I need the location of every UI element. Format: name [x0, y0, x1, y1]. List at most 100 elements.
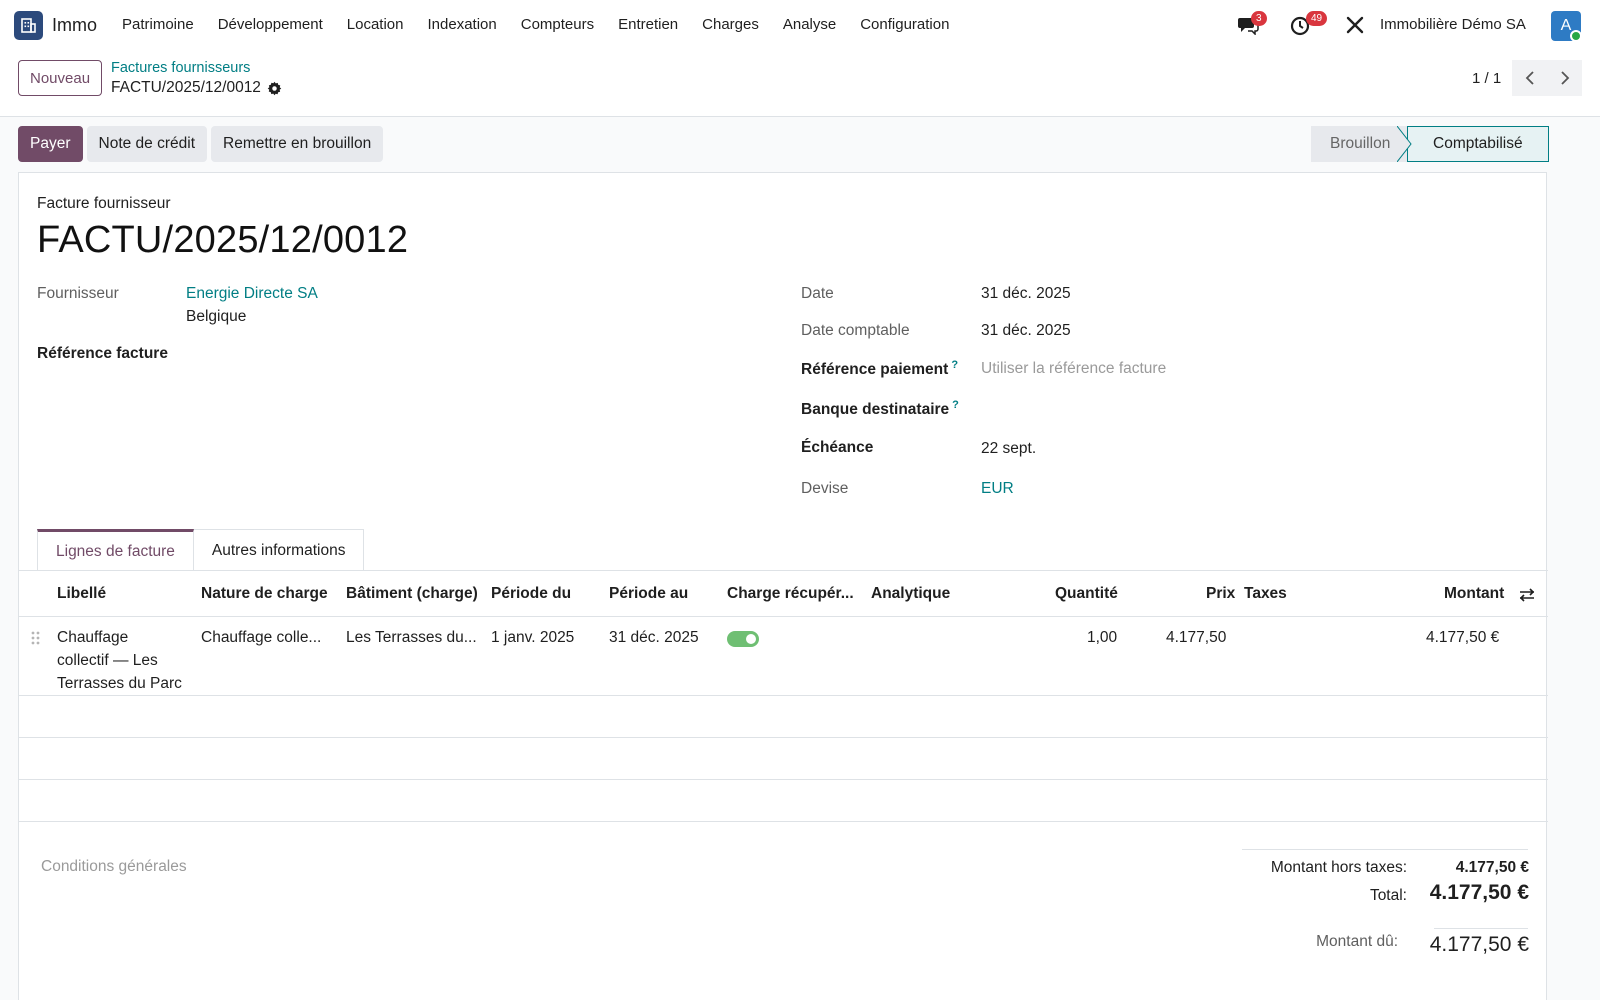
- form-sheet: Facture fournisseur FACTU/2025/12/0012 F…: [18, 172, 1548, 1000]
- reset-to-draft-button[interactable]: Remettre en brouillon: [211, 126, 384, 162]
- cell-label-line1: Chauffage: [57, 629, 129, 646]
- row-divider: [19, 695, 1548, 696]
- pay-button[interactable]: Payer: [18, 126, 83, 162]
- supplier-label: Fournisseur: [37, 285, 119, 302]
- document-title: FACTU/2025/12/0012: [37, 219, 409, 261]
- row-divider: [19, 821, 1548, 822]
- cell-quantity: 1,00: [1087, 629, 1118, 646]
- payment-ref-help[interactable]: ?: [951, 359, 958, 371]
- date-field[interactable]: 31 déc. 2025: [981, 285, 1071, 303]
- due-divider: [1434, 928, 1528, 929]
- cell-price: 4.177,50: [1166, 629, 1227, 646]
- breadcrumb-current-label: FACTU/2025/12/0012: [111, 79, 261, 96]
- activities-badge: 49: [1306, 11, 1328, 26]
- column-header-label[interactable]: Libellé: [57, 585, 106, 603]
- status-arrow: [1397, 126, 1412, 162]
- column-header-charge-type[interactable]: Nature de charge: [201, 585, 328, 603]
- payment-ref-label: Référence paiement?: [801, 359, 958, 379]
- recipient-bank-help[interactable]: ?: [952, 399, 959, 411]
- column-header-period-from[interactable]: Période du: [491, 585, 571, 603]
- row-divider: [19, 737, 1548, 738]
- due-date-label: Échéance: [801, 439, 874, 456]
- menu-item-charges[interactable]: Charges: [702, 16, 759, 33]
- cell-label-line2: collectif — Les: [57, 652, 158, 669]
- menu-item-location[interactable]: Location: [347, 16, 404, 33]
- untaxed-amount-value: 4.177,50 €: [1455, 859, 1529, 876]
- cell-label-line3: Terrasses du Parc: [57, 675, 182, 692]
- total-value: 4.177,50 €: [1429, 881, 1529, 904]
- cell-period-to: 31 déc. 2025: [609, 629, 699, 646]
- cell-amount: 4.177,50 €: [1426, 629, 1500, 646]
- amount-due-value: 4.177,50 €: [1429, 933, 1529, 956]
- column-header-building[interactable]: Bâtiment (charge): [346, 585, 478, 603]
- menu-item-entretien[interactable]: Entretien: [618, 16, 678, 33]
- recipient-bank-field[interactable]: [981, 399, 1521, 421]
- notebook-tabs: Lignes de facture Autres informations: [37, 529, 365, 571]
- pager-next-button[interactable]: [1547, 60, 1582, 96]
- company-switcher[interactable]: Immobilière Démo SA: [1380, 16, 1526, 33]
- status-draft[interactable]: Brouillon: [1311, 126, 1407, 162]
- accounting-date-field[interactable]: 31 déc. 2025: [981, 322, 1071, 340]
- pager-previous-button[interactable]: [1512, 60, 1547, 96]
- tab-other-info[interactable]: Autres informations: [193, 529, 365, 571]
- untaxed-amount-label: Montant hors taxes:: [1270, 859, 1407, 876]
- cell-building: Les Terrasses du...: [346, 629, 477, 646]
- status-bar: Brouillon Comptabilisé: [1311, 126, 1549, 162]
- column-header-price[interactable]: Prix: [1206, 585, 1235, 603]
- optional-columns-icon[interactable]: [1519, 587, 1535, 603]
- menu-item-compteurs[interactable]: Compteurs: [521, 16, 594, 33]
- app-name[interactable]: Immo: [52, 15, 97, 36]
- currency-label: Devise: [801, 480, 849, 497]
- tabs-divider: [19, 570, 1548, 571]
- tab-invoice-lines[interactable]: Lignes de facture: [37, 529, 194, 571]
- chevron-left-icon: [1525, 71, 1534, 85]
- column-header-analytic[interactable]: Analytique: [871, 585, 950, 603]
- totals-divider: [1242, 849, 1528, 850]
- menu-item-developpement[interactable]: Développement: [218, 16, 323, 33]
- row-divider: [19, 779, 1548, 780]
- building-app-icon[interactable]: [14, 11, 43, 40]
- messages-button[interactable]: 3: [1237, 11, 1267, 37]
- document-type: Facture fournisseur: [37, 195, 171, 212]
- recipient-bank-label: Banque destinataire?: [801, 399, 959, 419]
- breadcrumb-current: FACTU/2025/12/0012: [111, 79, 282, 97]
- top-navbar: Immo Patrimoine Développement Location I…: [0, 0, 1600, 52]
- supplier-country: Belgique: [186, 308, 247, 325]
- currency-field[interactable]: EUR: [981, 480, 1014, 498]
- column-header-amount[interactable]: Montant: [1444, 585, 1504, 603]
- total-label: Total:: [1369, 887, 1407, 904]
- messages-badge: 3: [1251, 11, 1267, 26]
- menu-item-indexation[interactable]: Indexation: [428, 16, 497, 33]
- pager-value[interactable]: 1 / 1: [1472, 70, 1501, 87]
- activities-button[interactable]: 49: [1290, 11, 1328, 37]
- drag-handle-icon[interactable]: [31, 631, 41, 647]
- status-posted[interactable]: Comptabilisé: [1407, 126, 1549, 162]
- chevron-right-icon: [1560, 71, 1569, 85]
- terms-conditions-field[interactable]: Conditions générales: [41, 858, 187, 876]
- menu-item-patrimoine[interactable]: Patrimoine: [122, 16, 194, 33]
- accounting-date-label: Date comptable: [801, 322, 910, 339]
- due-date-field[interactable]: 22 sept.: [981, 440, 1036, 458]
- column-header-quantity[interactable]: Quantité: [1055, 585, 1118, 603]
- gear-icon[interactable]: [267, 81, 282, 96]
- table-header-divider: [19, 616, 1548, 617]
- column-header-period-to[interactable]: Période au: [609, 585, 688, 603]
- control-panel: Nouveau Factures fournisseurs FACTU/2025…: [0, 52, 1600, 117]
- credit-note-button[interactable]: Note de crédit: [86, 126, 207, 162]
- breadcrumb-parent[interactable]: Factures fournisseurs: [111, 60, 250, 76]
- online-status-dot: [1570, 30, 1582, 42]
- cell-recoverable-toggle[interactable]: [727, 631, 759, 647]
- supplier-link[interactable]: Energie Directe SA: [186, 285, 318, 303]
- column-header-recoverable[interactable]: Charge récupér...: [727, 585, 854, 603]
- main-menu: Patrimoine Développement Location Indexa…: [122, 16, 973, 33]
- new-button[interactable]: Nouveau: [18, 60, 103, 96]
- menu-item-analyse[interactable]: Analyse: [783, 16, 836, 33]
- column-header-taxes[interactable]: Taxes: [1244, 585, 1287, 603]
- debug-tools-button[interactable]: [1346, 16, 1366, 36]
- invoice-ref-label: Référence facture: [37, 345, 168, 362]
- tools-icon: [1346, 16, 1364, 34]
- invoice-ref-field[interactable]: [186, 345, 706, 367]
- cell-period-from: 1 janv. 2025: [491, 629, 575, 646]
- payment-ref-field[interactable]: Utiliser la référence facture: [981, 360, 1166, 378]
- menu-item-configuration[interactable]: Configuration: [860, 16, 949, 33]
